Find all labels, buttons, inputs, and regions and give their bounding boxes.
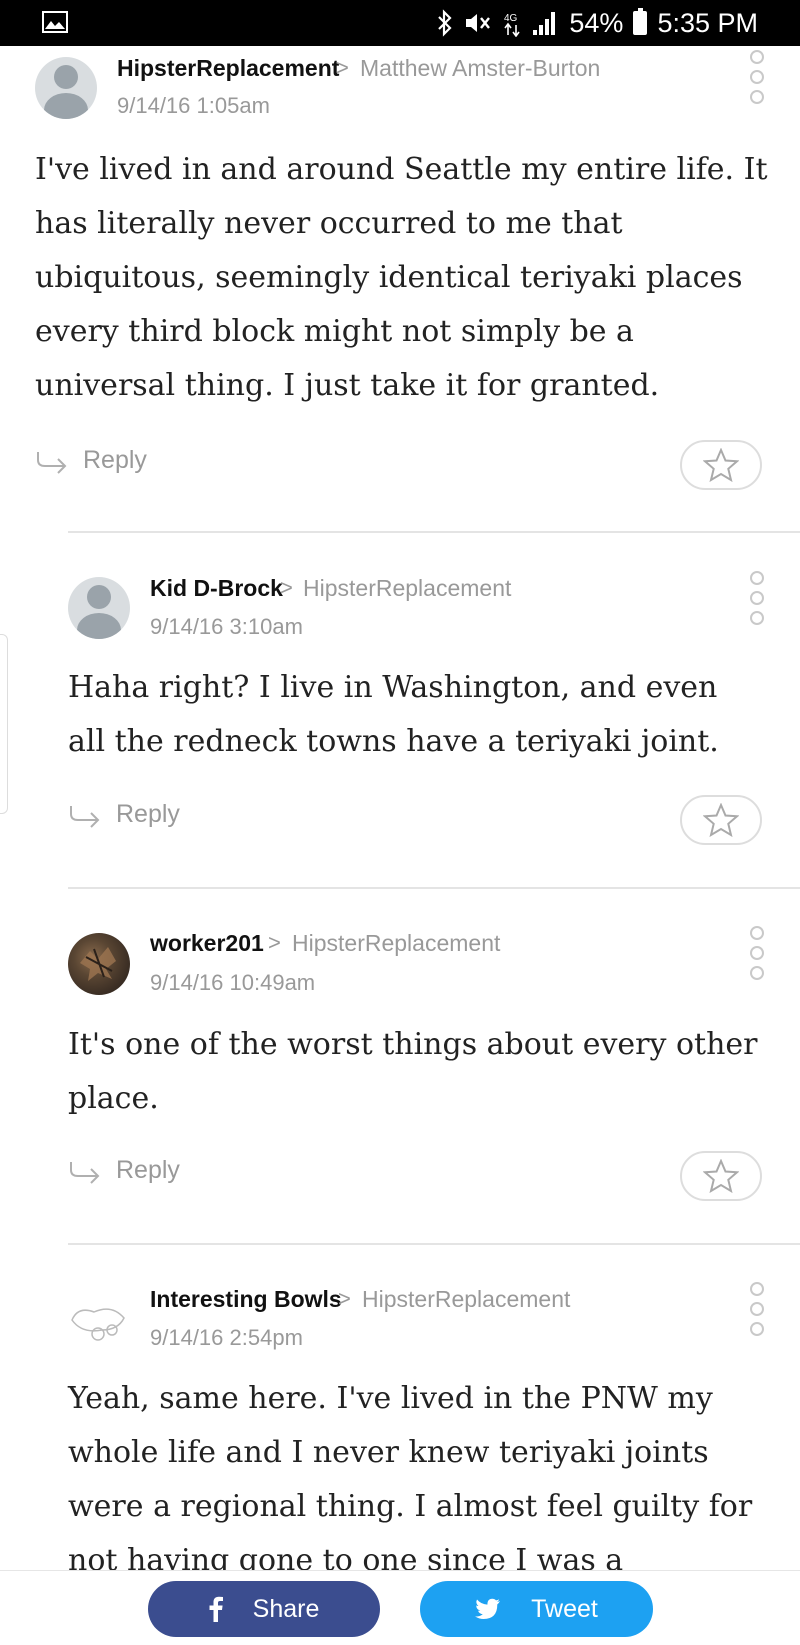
- avatar[interactable]: [68, 577, 130, 639]
- comment-parent[interactable]: HipsterReplacement: [362, 1286, 570, 1313]
- reply-button[interactable]: Reply: [35, 446, 147, 475]
- comment-date: 9/14/16 1:05am: [117, 93, 270, 118]
- svg-text:4G: 4G: [504, 13, 518, 24]
- clock: 5:35 PM: [657, 7, 758, 38]
- reply-arrow-icon: [70, 805, 100, 828]
- avatar[interactable]: [68, 933, 130, 995]
- share-button[interactable]: Share: [148, 1581, 380, 1637]
- reply-button[interactable]: Reply: [68, 1156, 180, 1185]
- twitter-icon: [475, 1598, 501, 1619]
- star-icon: [703, 803, 739, 837]
- tweet-button[interactable]: Tweet: [420, 1581, 653, 1637]
- chevron-right-icon: >: [336, 55, 349, 80]
- comment-parent[interactable]: Matthew Amster-Burton: [360, 55, 600, 82]
- comment-date: 9/14/16 3:10am: [150, 614, 303, 639]
- more-options-icon[interactable]: [750, 926, 764, 986]
- comment-date: 9/14/16 10:49am: [150, 970, 316, 995]
- divider: [68, 887, 800, 889]
- reply-button[interactable]: Reply: [68, 800, 180, 829]
- bluetooth-icon: [438, 9, 452, 37]
- avatar[interactable]: [35, 57, 97, 119]
- share-footer: Share Tweet: [0, 1570, 800, 1645]
- share-label: Share: [252, 1594, 320, 1623]
- battery-icon: [633, 8, 648, 35]
- chevron-right-icon: >: [338, 1286, 351, 1311]
- favorite-button[interactable]: [680, 440, 762, 490]
- chevron-right-icon: >: [268, 930, 281, 955]
- battery-percent: 54%: [569, 7, 624, 38]
- comment-author[interactable]: Interesting Bowls: [150, 1286, 342, 1313]
- star-icon: [703, 448, 739, 482]
- facebook-icon: [209, 1596, 223, 1622]
- tweet-label: Tweet: [531, 1594, 598, 1623]
- more-options-icon[interactable]: [750, 1282, 764, 1342]
- comment-author[interactable]: worker201: [150, 930, 264, 957]
- comment-body: It's one of the worst things about every…: [68, 1027, 758, 1116]
- comment-author[interactable]: HipsterReplacement: [117, 55, 339, 82]
- avatar[interactable]: [68, 1290, 130, 1352]
- divider: [68, 1243, 800, 1245]
- comment: Interesting Bowls > HipsterReplacement 9…: [0, 1250, 800, 1570]
- image-icon: [42, 11, 68, 33]
- reply-label: Reply: [116, 800, 180, 828]
- comment-date: 9/14/16 2:54pm: [150, 1325, 303, 1350]
- star-icon: [703, 1159, 739, 1193]
- signal-icon: [533, 12, 556, 35]
- more-options-icon[interactable]: [750, 571, 764, 631]
- comment-body: Yeah, same here. I've lived in the PNW m…: [68, 1381, 753, 1570]
- mute-icon: [466, 14, 491, 32]
- drawer-handle[interactable]: [0, 634, 8, 814]
- reply-arrow-icon: [37, 451, 67, 474]
- comment-parent[interactable]: HipsterReplacement: [303, 575, 511, 602]
- reply-label: Reply: [116, 1156, 180, 1184]
- comment-author[interactable]: Kid D-Brock: [150, 575, 283, 602]
- comment-body: Haha right? I live in Washington, and ev…: [68, 670, 719, 759]
- favorite-button[interactable]: [680, 1151, 762, 1201]
- comment-body: I've lived in and around Seattle my enti…: [35, 152, 768, 403]
- reply-label: Reply: [83, 446, 147, 474]
- divider: [68, 531, 800, 533]
- chevron-right-icon: >: [280, 575, 293, 600]
- status-bar: 4G 54% 5:35 PM: [0, 0, 800, 46]
- more-options-icon[interactable]: [750, 50, 764, 110]
- favorite-button[interactable]: [680, 795, 762, 845]
- status-right: 4G 54% 5:35 PM: [437, 6, 758, 40]
- reply-arrow-icon: [70, 1161, 100, 1184]
- data-icon: 4G: [504, 13, 521, 37]
- comment-parent[interactable]: HipsterReplacement: [292, 930, 500, 957]
